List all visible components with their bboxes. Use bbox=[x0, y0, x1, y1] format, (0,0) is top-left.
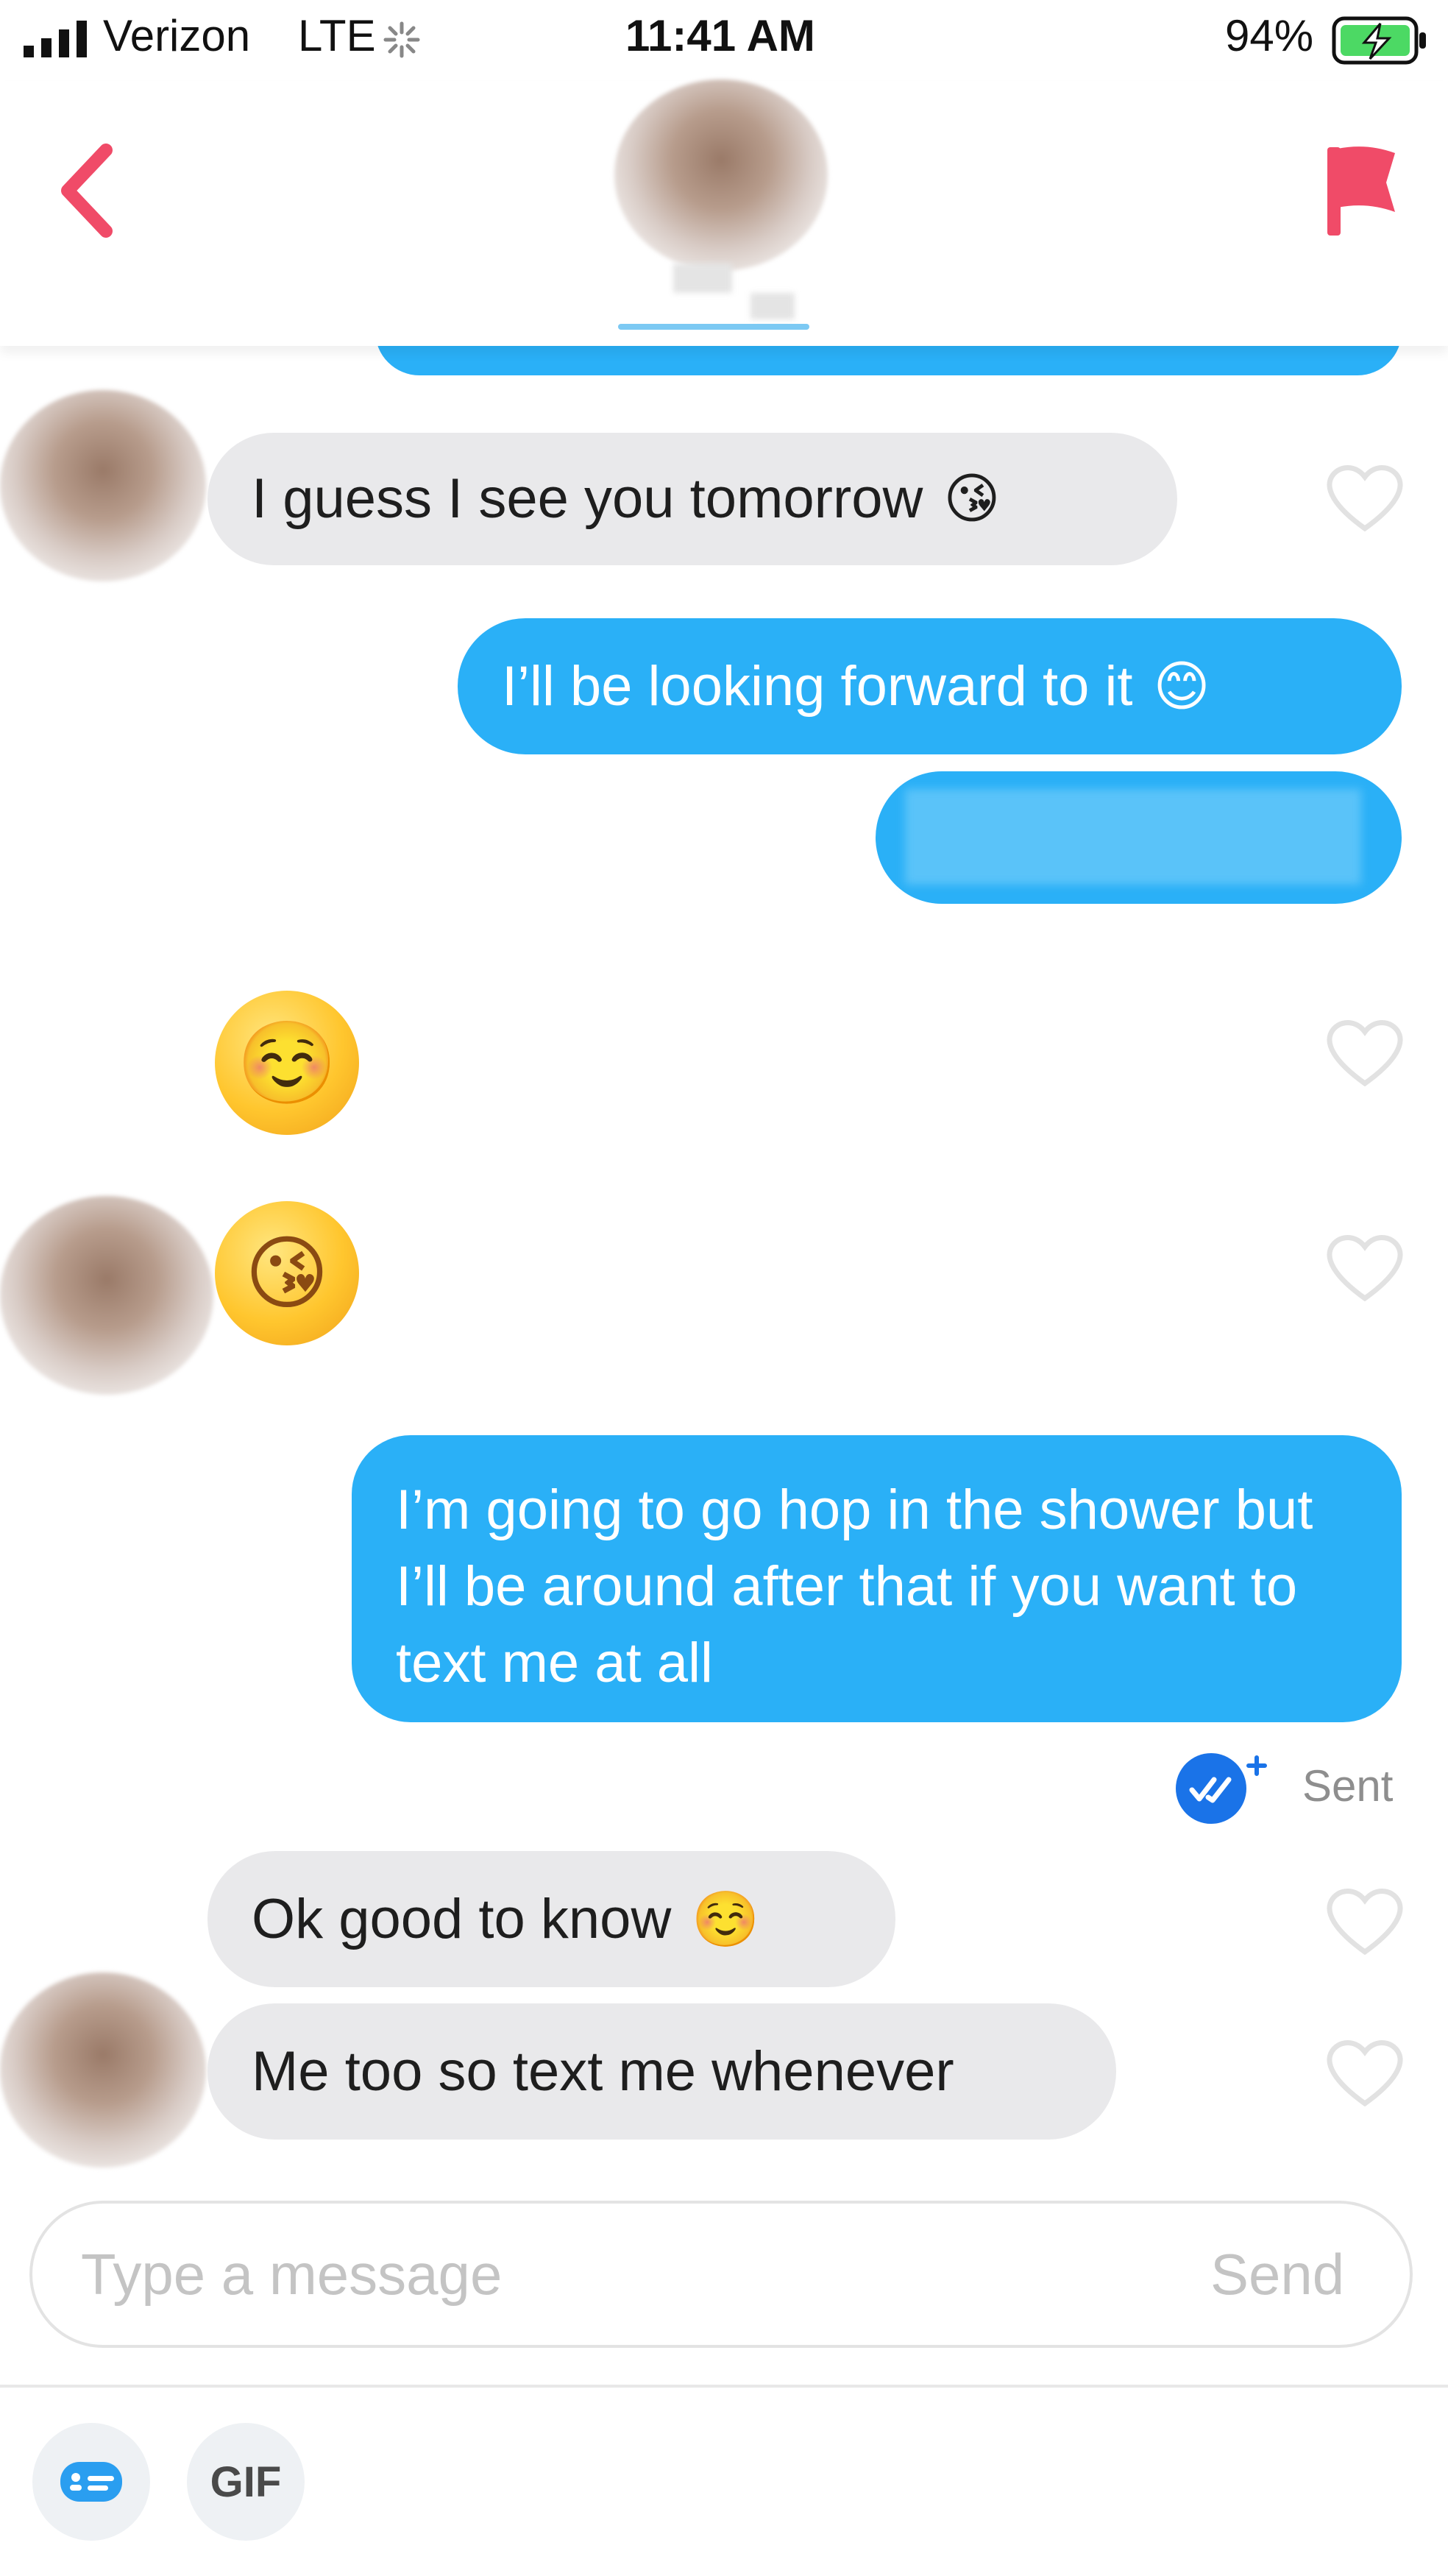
battery-percent: 94% bbox=[1225, 11, 1314, 60]
flag-icon[interactable] bbox=[1324, 143, 1398, 238]
kiss-emoji-icon: 😘 bbox=[215, 1201, 359, 1345]
profile-indicator bbox=[618, 324, 809, 330]
outgoing-message-redacted[interactable] bbox=[876, 771, 1402, 904]
outgoing-message[interactable]: I’m going to go hop in the shower but I’… bbox=[352, 1435, 1402, 1722]
like-heart-icon[interactable] bbox=[1324, 2036, 1405, 2109]
incoming-message[interactable]: Ok good to know ☺️ bbox=[207, 1851, 895, 1987]
status-time: 11:41 AM bbox=[625, 11, 815, 60]
match-name bbox=[673, 263, 732, 293]
status-bar: Verizon LTE 11:41 AM 94% bbox=[0, 0, 1448, 81]
chevron-left-icon[interactable] bbox=[57, 143, 116, 238]
match-avatar[interactable] bbox=[614, 79, 828, 271]
gif-button[interactable]: GIF bbox=[187, 2423, 305, 2541]
send-button[interactable]: Send bbox=[1210, 2241, 1344, 2308]
double-check-icon bbox=[1176, 1753, 1267, 1824]
message-text: I guess I see you tomorrow bbox=[252, 467, 923, 530]
signal-icon bbox=[24, 21, 87, 57]
match-message-avatar[interactable] bbox=[0, 1972, 206, 2168]
match-name-extra bbox=[750, 293, 795, 319]
card-icon bbox=[60, 2462, 122, 2502]
carrier-label: Verizon bbox=[103, 11, 251, 60]
match-message-avatar[interactable] bbox=[0, 1196, 213, 1395]
sent-receipt: Sent bbox=[1302, 1761, 1394, 1811]
like-heart-icon[interactable] bbox=[1324, 1884, 1405, 1958]
like-heart-icon[interactable] bbox=[1324, 1231, 1405, 1304]
chat-header bbox=[0, 79, 1448, 346]
kiss-emoji-icon: 😘 bbox=[943, 467, 1001, 531]
message-text: I’m going to go hop in the shower but I’… bbox=[396, 1479, 1313, 1694]
sticker-button[interactable] bbox=[32, 2423, 150, 2541]
activity-spinner-icon bbox=[383, 21, 420, 58]
match-message-avatar[interactable] bbox=[0, 390, 206, 581]
gif-label: GIF bbox=[210, 2458, 282, 2506]
like-heart-icon[interactable] bbox=[1324, 461, 1405, 534]
message-text: Ok good to know bbox=[252, 1887, 672, 1950]
redacted-text bbox=[905, 789, 1361, 885]
message-text: I’ll be looking forward to it bbox=[502, 654, 1133, 718]
blushing-smile-emoji-icon: ☺️ bbox=[215, 991, 359, 1135]
smile-emoji-icon: 😊 bbox=[1153, 654, 1210, 718]
network-label: LTE bbox=[298, 11, 376, 60]
toolbar-divider bbox=[0, 2385, 1448, 2388]
like-heart-icon[interactable] bbox=[1324, 1016, 1405, 1089]
message-text: Me too so text me whenever bbox=[252, 2039, 954, 2103]
incoming-message[interactable]: Me too so text me whenever bbox=[207, 2003, 1116, 2140]
outgoing-message[interactable]: I’ll be looking forward to it 😊 bbox=[458, 618, 1402, 754]
battery-charging-icon bbox=[1332, 16, 1426, 65]
blushing-smile-emoji-icon: ☺️ bbox=[692, 1887, 760, 1951]
message-input-placeholder[interactable]: Type a message bbox=[81, 2241, 502, 2308]
incoming-message[interactable]: I guess I see you tomorrow 😘 bbox=[207, 433, 1177, 565]
